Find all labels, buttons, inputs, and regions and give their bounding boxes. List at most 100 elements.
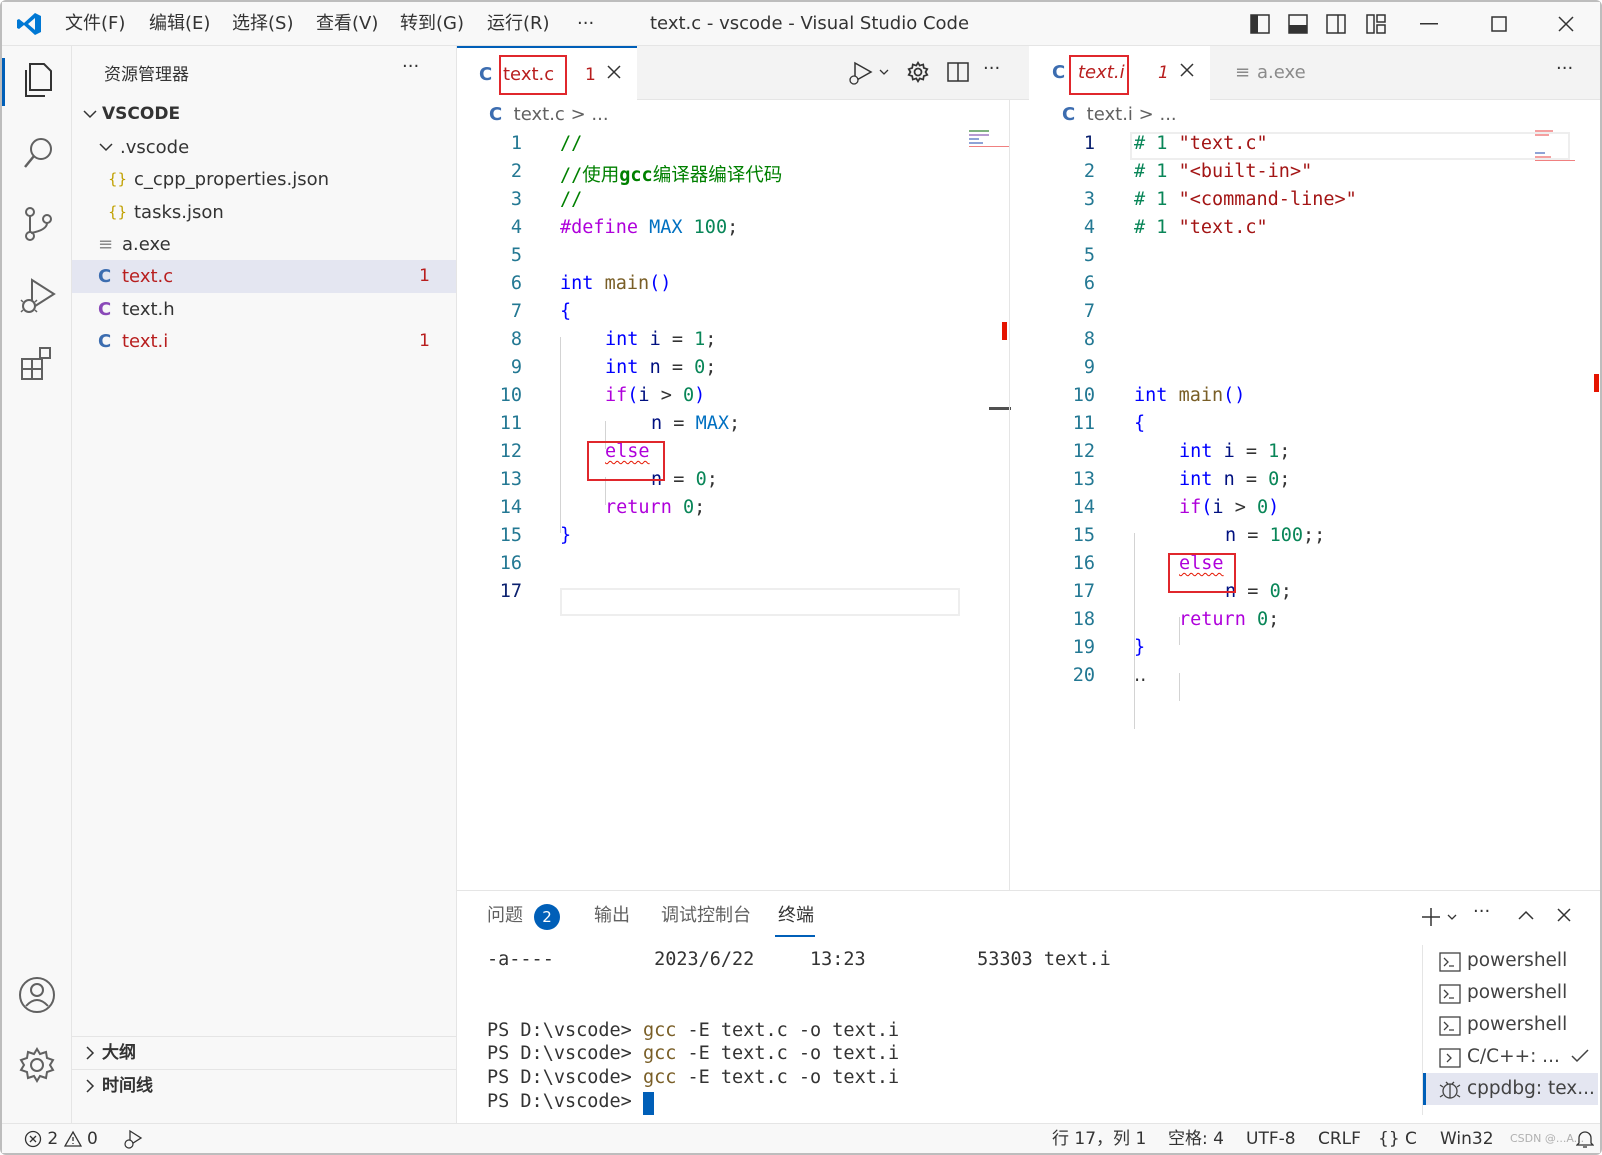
- breadcrumb: C text.i > ...: [1062, 104, 1177, 125]
- line-number: 6: [1083, 273, 1095, 294]
- maximize-panel-icon[interactable]: [1517, 909, 1535, 921]
- editor-more-button[interactable]: ···: [983, 58, 1000, 79]
- terminal-list-item[interactable]: C/C++: ...: [1423, 1041, 1598, 1073]
- tab-terminal[interactable]: 终端: [778, 891, 814, 941]
- file-tasks-json[interactable]: {} tasks.json: [72, 196, 456, 229]
- file-text-h[interactable]: C text.h: [72, 293, 456, 326]
- code-line: {: [560, 301, 572, 322]
- folder-dot-vscode[interactable]: .vscode: [72, 131, 456, 164]
- problems-status[interactable]: 2 0: [24, 1124, 98, 1154]
- minimize-icon[interactable]: [1420, 23, 1438, 25]
- editor-left[interactable]: C text.c > ... 1 2 3 4 5 6 7 8 9 10 11 1…: [457, 100, 1029, 890]
- breadcrumb-symbol[interactable]: ...: [591, 104, 608, 125]
- debug-status-icon[interactable]: [124, 1129, 144, 1155]
- indentation[interactable]: 空格: 4: [1168, 1124, 1224, 1154]
- close-tab-icon[interactable]: [607, 65, 621, 79]
- outline-section[interactable]: 大纲: [72, 1036, 456, 1069]
- run-debug-icon[interactable]: [20, 276, 56, 316]
- file-label: c_cpp_properties.json: [134, 169, 330, 190]
- close-window-icon[interactable]: [1558, 16, 1574, 32]
- line-number: 4: [510, 217, 522, 238]
- outline-label: 大纲: [102, 1043, 136, 1063]
- toggle-secondary-sidebar-icon[interactable]: [1326, 14, 1346, 34]
- editor-divider: [1009, 100, 1010, 890]
- h-file-icon: C: [98, 299, 112, 320]
- menu-edit[interactable]: 编辑(E): [149, 2, 210, 46]
- breadcrumb-file[interactable]: text.i: [1087, 104, 1133, 125]
- breadcrumb-symbol[interactable]: ...: [1159, 104, 1176, 125]
- manage-gear-icon[interactable]: [18, 1046, 56, 1084]
- menu-selection[interactable]: 选择(S): [232, 2, 293, 46]
- tab-badge: 1: [585, 65, 596, 85]
- terminal-icon: [1439, 984, 1461, 1004]
- line-number: 16: [499, 553, 522, 574]
- terminal-list-item[interactable]: powershell: [1423, 977, 1598, 1009]
- menu-view[interactable]: 查看(V): [316, 2, 378, 46]
- highlight-box: [1069, 55, 1129, 95]
- c-file-icon: C: [489, 104, 503, 125]
- file-a-exe[interactable]: ≡ a.exe: [72, 228, 456, 261]
- code-line: ‥: [1134, 665, 1147, 686]
- code-line: n = 100;;: [1225, 525, 1326, 546]
- menu-run[interactable]: 运行(R): [487, 2, 550, 46]
- breadcrumb-file[interactable]: text.c: [514, 104, 565, 125]
- cursor-position[interactable]: 行 17，列 1: [1052, 1124, 1146, 1154]
- terminal[interactable]: -a---- 2023/6/22 13:23 53303 text.i PS D…: [457, 941, 1422, 1123]
- code-line: return 0;: [1179, 609, 1280, 630]
- code-line: //: [560, 189, 583, 210]
- close-tab-icon[interactable]: [1180, 63, 1194, 77]
- tab-debug-console[interactable]: 调试控制台: [661, 891, 751, 941]
- editor-right[interactable]: C text.i > ... 1 2 3 4 5 6 7 8 9 10 11 1…: [1030, 100, 1600, 890]
- search-icon[interactable]: [22, 136, 54, 170]
- folder-root-vscode[interactable]: VSCODE: [72, 98, 456, 131]
- editor-more-button[interactable]: ···: [1556, 58, 1573, 79]
- platform-config[interactable]: Win32: [1440, 1124, 1494, 1154]
- menu-go[interactable]: 转到(G): [400, 2, 464, 46]
- language-mode[interactable]: {} C: [1378, 1124, 1417, 1154]
- file-label: tasks.json: [134, 202, 224, 223]
- terminal-list-item[interactable]: powershell: [1423, 945, 1598, 977]
- menu-more[interactable]: ···: [577, 2, 594, 46]
- settings-gear-icon[interactable]: [907, 61, 929, 83]
- sidebar-more-button[interactable]: ···: [402, 56, 419, 77]
- notifications-bell-icon[interactable]: [1576, 1129, 1594, 1155]
- source-control-icon[interactable]: [22, 206, 54, 242]
- close-panel-icon[interactable]: [1557, 908, 1571, 922]
- file-text-c[interactable]: C text.c 1: [72, 260, 456, 293]
- new-terminal-icon[interactable]: [1421, 907, 1461, 927]
- run-debug-dropdown-icon[interactable]: [847, 60, 891, 86]
- tab-output[interactable]: 输出: [594, 891, 630, 941]
- encoding[interactable]: UTF-8: [1246, 1124, 1296, 1154]
- terminal-list-item-active[interactable]: cppdbg: tex...: [1423, 1073, 1598, 1105]
- toggle-panel-icon[interactable]: [1288, 14, 1308, 34]
- menu-file[interactable]: 文件(F): [65, 2, 125, 46]
- code-line: int n = 0;: [1179, 469, 1291, 490]
- code-line: # 1 "<command-line>": [1134, 189, 1357, 210]
- minimap[interactable]: [1535, 130, 1575, 166]
- file-c-cpp-properties[interactable]: {} c_cpp_properties.json: [72, 163, 456, 196]
- minimap[interactable]: [969, 130, 1009, 152]
- file-label: text.c: [122, 266, 174, 287]
- terminal-list-item[interactable]: powershell: [1423, 1009, 1598, 1041]
- tab-problems[interactable]: 问题: [487, 891, 523, 941]
- highlight-box: [499, 55, 567, 95]
- explorer-sidebar: 资源管理器 ··· VSCODE .vscode {} c_cpp_proper…: [72, 46, 457, 1123]
- line-number: 15: [499, 525, 522, 546]
- explorer-icon[interactable]: [20, 62, 54, 98]
- toggle-sidebar-icon[interactable]: [1250, 14, 1270, 34]
- accounts-icon[interactable]: [18, 976, 56, 1014]
- line-ending[interactable]: CRLF: [1318, 1124, 1361, 1154]
- current-line-highlight: [560, 588, 960, 616]
- tab-a-exe[interactable]: ≡ a.exe: [1211, 46, 1391, 100]
- panel-more-button[interactable]: ···: [1473, 901, 1490, 922]
- line-number: 2: [1083, 161, 1095, 182]
- customize-layout-icon[interactable]: [1366, 14, 1386, 34]
- terminal-list: powershell powershell powershell C/C++: …: [1422, 945, 1598, 1115]
- file-text-i[interactable]: C text.i 1: [72, 325, 456, 358]
- line-number: 5: [510, 245, 522, 266]
- timeline-section[interactable]: 时间线: [72, 1069, 456, 1102]
- extensions-icon[interactable]: [20, 346, 56, 382]
- split-editor-icon[interactable]: [947, 61, 969, 83]
- terminal-line: PS D:\vscode> gcc -E text.c -o text.i: [487, 1043, 900, 1064]
- maximize-icon[interactable]: [1491, 16, 1507, 32]
